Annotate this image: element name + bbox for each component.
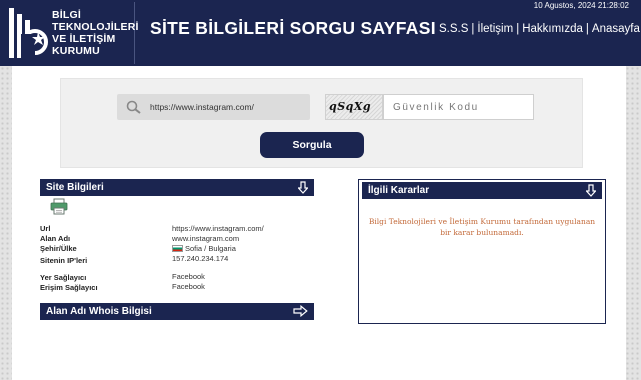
- bulgaria-flag-icon: [172, 245, 183, 252]
- info-value-city-country: Sofia / Bulgaria: [172, 244, 236, 253]
- info-label-city-country: Şehir/Ülke: [40, 244, 77, 253]
- logo-text: BİLGİ TEKNOLOJİLERİ VE İLETİŞİM KURUMU: [52, 9, 139, 57]
- logo-emblem-icon: [9, 8, 48, 62]
- decisions-header[interactable]: İlgili Kararlar: [362, 182, 602, 199]
- info-value-ips: 157.240.234.174: [172, 254, 229, 263]
- site-header: BİLGİ TEKNOLOJİLERİ VE İLETİŞİM KURUMU S…: [0, 0, 641, 66]
- right-arrow-icon: [293, 305, 308, 317]
- url-input[interactable]: https://www.instagram.com/: [117, 94, 310, 120]
- info-label-domain: Alan Adı: [40, 234, 71, 243]
- info-label-ips: Sitenin IP'leri: [40, 256, 88, 265]
- decisions-title: İlgili Kararlar: [368, 185, 430, 196]
- url-input-value: https://www.instagram.com/: [150, 102, 254, 112]
- info-value-host-provider: Facebook: [172, 272, 205, 281]
- search-panel: https://www.instagram.com/ qSqXg Güvenli…: [60, 78, 583, 168]
- main-content: https://www.instagram.com/ qSqXg Güvenli…: [12, 66, 626, 380]
- logo-line-1: BİLGİ: [52, 9, 81, 21]
- city-country-text: Sofia / Bulgaria: [185, 244, 236, 253]
- security-code-placeholder: Güvenlik Kodu: [393, 102, 479, 113]
- logo-line-2: TEKNOLOJİLERİ: [52, 21, 139, 33]
- whois-header[interactable]: Alan Adı Whois Bilgisi: [40, 303, 314, 320]
- printer-icon[interactable]: [50, 198, 68, 215]
- captcha-text: qSqXg: [329, 100, 372, 113]
- info-value-access-provider: Facebook: [172, 282, 205, 291]
- nav-item-sss[interactable]: S.S.S: [437, 23, 470, 35]
- whois-title: Alan Adı Whois Bilgisi: [46, 306, 152, 317]
- logo-line-3: VE İLETİŞİM: [52, 33, 116, 45]
- info-value-url: https://www.instagram.com/: [172, 224, 264, 233]
- info-label-url: Url: [40, 224, 51, 233]
- btk-logo[interactable]: BİLGİ TEKNOLOJİLERİ VE İLETİŞİM KURUMU: [5, 2, 138, 64]
- decisions-panel: İlgili Kararlar Bilgi Teknolojileri ve İ…: [358, 179, 606, 324]
- no-decision-message: Bilgi Teknolojileri ve İletişim Kurumu t…: [368, 217, 596, 237]
- search-icon: [126, 100, 141, 114]
- query-button[interactable]: Sorgula: [260, 132, 364, 158]
- info-value-domain: www.instagram.com: [172, 234, 240, 243]
- nav-item-hakkimizda[interactable]: Hakkımızda: [520, 23, 585, 35]
- nav-item-anasayfa[interactable]: Anasayfa: [590, 23, 641, 35]
- logo-line-4: KURUMU: [52, 45, 100, 57]
- top-nav: S.S.S | İletişim | Hakkımızda | Anasayfa: [437, 23, 641, 35]
- info-label-access-provider: Erişim Sağlayıcı: [40, 283, 98, 292]
- datetime: 10 Agustos, 2024 21:28:02: [533, 1, 629, 10]
- security-code-input[interactable]: Güvenlik Kodu: [383, 94, 534, 120]
- site-info-header[interactable]: Site Bilgileri: [40, 179, 314, 196]
- info-label-host-provider: Yer Sağlayıcı: [40, 273, 87, 282]
- page-title: SİTE BİLGİLERİ SORGU SAYFASI: [150, 18, 436, 38]
- down-arrow-icon: [586, 184, 596, 197]
- down-arrow-icon: [298, 181, 308, 194]
- site-info-title: Site Bilgileri: [46, 182, 104, 193]
- nav-item-iletisim[interactable]: İletişim: [475, 23, 515, 35]
- captcha-image: qSqXg: [325, 94, 383, 120]
